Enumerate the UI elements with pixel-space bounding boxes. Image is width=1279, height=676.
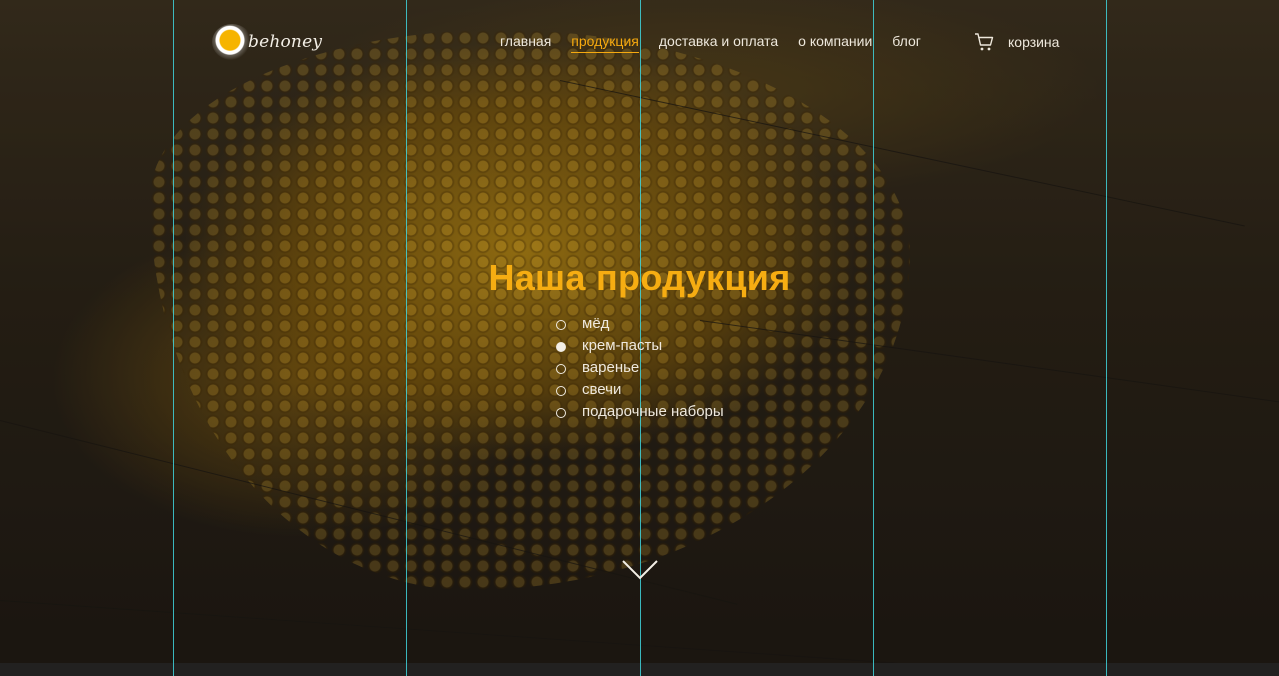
category-item-candles[interactable]: свечи <box>556 378 724 400</box>
cart-icon <box>975 33 994 51</box>
chevron-down-icon <box>622 560 658 580</box>
category-item-gift-sets[interactable]: подарочные наборы <box>556 400 724 422</box>
category-item-cream-paste[interactable]: крем-пасты <box>556 334 724 356</box>
nav-item-blog[interactable]: блог <box>892 33 921 53</box>
category-list: мёд крем-пасты варенье свечи подарочные … <box>556 312 724 422</box>
category-label: мёд <box>582 314 610 332</box>
cart-link[interactable]: корзина <box>974 32 1059 52</box>
layout-guide-line <box>1106 0 1107 676</box>
category-label: подарочные наборы <box>582 402 724 420</box>
category-label: свечи <box>582 380 622 398</box>
main-nav: главная продукция доставка и оплата о ко… <box>500 33 941 53</box>
nav-item-products[interactable]: продукция <box>571 33 639 53</box>
category-item-honey[interactable]: мёд <box>556 312 724 334</box>
radio-checked-icon <box>556 342 566 352</box>
nav-item-delivery[interactable]: доставка и оплата <box>659 33 778 53</box>
logo-text: behoney <box>248 32 323 52</box>
radio-icon <box>556 408 566 418</box>
nav-item-about[interactable]: о компании <box>798 33 872 53</box>
cart-label: корзина <box>1008 34 1060 50</box>
category-label: варенье <box>582 358 640 376</box>
layout-guide-line <box>873 0 874 676</box>
scroll-down-button[interactable] <box>622 559 658 586</box>
layout-guide-line <box>406 0 407 676</box>
radio-icon <box>556 364 566 374</box>
layout-guide-line <box>173 0 174 676</box>
nav-item-home[interactable]: главная <box>500 33 551 53</box>
honey-drop-logo-icon <box>212 24 252 60</box>
category-label: крем-пасты <box>582 336 663 354</box>
page-title: Наша продукция <box>488 257 791 299</box>
radio-icon <box>556 386 566 396</box>
radio-icon <box>556 320 566 330</box>
category-item-jam[interactable]: варенье <box>556 356 724 378</box>
logo[interactable]: behoney <box>212 22 322 62</box>
